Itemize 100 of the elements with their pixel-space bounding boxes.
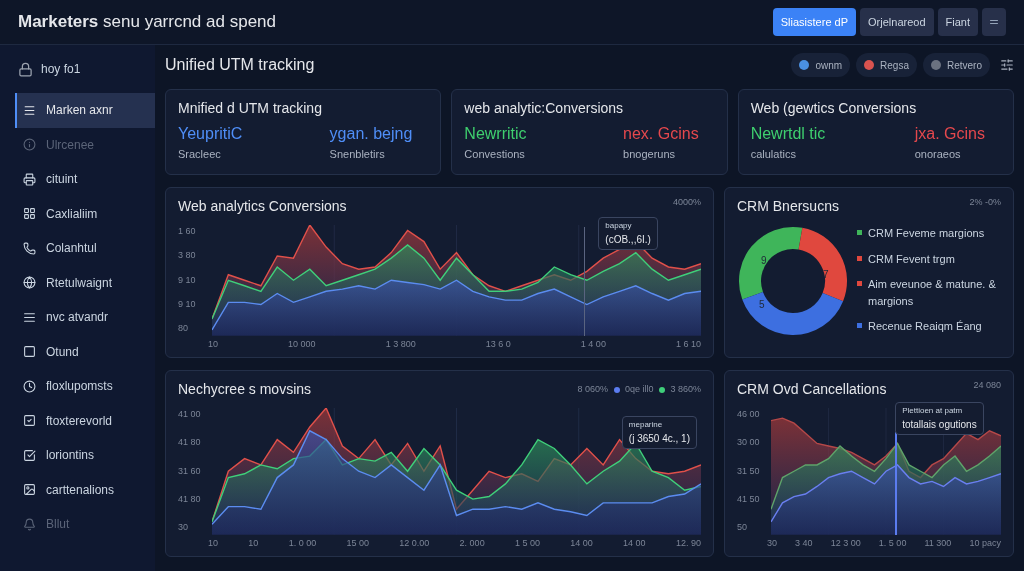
axis-label: 1 6 10 (675, 337, 701, 351)
sidebar-item[interactable]: nvc atvandr (15, 300, 155, 335)
axis-label: 1 4 00 (580, 337, 606, 351)
axis-label: 1. 5 00 (878, 536, 907, 550)
square-icon (23, 345, 36, 359)
info-icon (23, 138, 36, 152)
sidebar-item[interactable]: Otund (15, 334, 155, 369)
kpi-caption: calulatics (750, 147, 797, 162)
header-button[interactable]: Sliasistere dP (772, 8, 857, 36)
axis-label: 9 10 (178, 273, 197, 287)
axis-label: 14 00 (623, 536, 646, 550)
axis-label: 9 10 (178, 297, 197, 311)
kpi-caption: bnogeruns (623, 147, 677, 162)
chart-title: CRM Ovd Cancellations (737, 380, 887, 399)
axis-label: 41 50 (737, 492, 761, 506)
legend-label: 0qe ill0 (624, 382, 654, 396)
sidebar-item[interactable]: carttenalions (15, 472, 155, 507)
sidebar-item[interactable]: floxlupomsts (15, 369, 155, 404)
card-title: web analytic:Conversions (464, 99, 625, 118)
segment-label: 7 (823, 268, 829, 282)
grid-icon (23, 207, 36, 221)
card-title: Mnified d UTM tracking (178, 99, 323, 118)
printer-icon (23, 172, 36, 186)
axis-label: 2. 000 (459, 536, 485, 550)
axis-label: 10 000 (288, 337, 316, 351)
sidebar-item[interactable]: loriontins (15, 438, 155, 473)
card-title: Web (gewtics Conversions (750, 99, 918, 118)
axis-label: 12 0.00 (399, 536, 430, 550)
axis-label: 10 (208, 536, 218, 550)
clock-icon (23, 379, 36, 393)
axis-label: 15 00 (346, 536, 369, 550)
menu-icon (23, 103, 36, 117)
workspace-name: hoy fo1 (41, 61, 81, 78)
globe-icon (23, 276, 36, 290)
lines-icon (23, 310, 36, 324)
sidebar-item[interactable]: Marken axnr (15, 93, 155, 128)
filter-chip[interactable]: Retvero (923, 53, 990, 77)
legend-label: CRM Fevent trgm (868, 251, 956, 267)
legend-label: Recenue Reaiqm Éang (868, 319, 983, 334)
kpi-value: Newrritic (464, 124, 527, 144)
sidebar-item[interactable]: Colanhtul (15, 231, 155, 266)
sidebar-item[interactable]: cituint (15, 162, 155, 197)
kpi-caption: onoraeos (914, 147, 962, 162)
axis-label: 12 3 00 (830, 536, 861, 550)
chart-title: Web analytics Conversions (178, 197, 347, 216)
axis-label: 3 40 (795, 536, 813, 550)
chart-title: CRM Bnersucns (737, 197, 839, 216)
more-button[interactable] (982, 8, 1006, 36)
image-icon (23, 483, 36, 497)
bell-icon (23, 517, 36, 531)
kpi-value: YeupritiC (178, 124, 243, 144)
chart-tooltip: Plettioen at patm totallais ogutions (895, 402, 984, 435)
sidebar-item[interactable]: ftoxterevorld (15, 403, 155, 438)
axis-label: 46 00 (737, 408, 761, 421)
axis-label: 41 80 (178, 436, 202, 450)
app-title: Marketers senu yarrcnd ad spend (18, 11, 276, 34)
legend-label: CRM Feveme margions (868, 226, 986, 241)
header-button[interactable]: Fiant (937, 8, 978, 36)
axis-label: 10 (248, 536, 259, 550)
axis-label: 13 6 0 (485, 337, 511, 351)
sidebar-item[interactable]: Caxlialiim (15, 196, 155, 231)
sidebar-item[interactable]: Rtetulwaignt (15, 265, 155, 300)
chart-note: 24 080 (973, 379, 1001, 392)
axis-label: 14 00 (570, 536, 593, 550)
header-button[interactable]: Orjelnareod (860, 8, 934, 36)
axis-label: 30 (767, 536, 777, 550)
axis-label: 1 5 00 (514, 536, 540, 550)
kpi-caption: Sracleec (178, 147, 222, 162)
kpi-value: ygan. bejng (329, 124, 413, 144)
phone-icon (23, 241, 36, 255)
axis-label: 3 80 (178, 249, 197, 263)
legend-label: Aim eveunoe & matune. & margions (868, 277, 997, 309)
filter-chip[interactable]: ownm (791, 53, 851, 77)
kpi-value: nex. Gcins (623, 124, 699, 144)
kpi-value: Newrtdl tic (750, 124, 826, 144)
segment-label: 5 (759, 298, 765, 312)
axis-label: 12. 90 (675, 536, 701, 550)
filter-chip[interactable]: Regsa (856, 53, 917, 77)
chart-tooltip: meparine (j 3650 4c., 1) (621, 416, 697, 449)
settings-icon[interactable] (1000, 58, 1014, 72)
axis-label: 10 (208, 337, 218, 351)
page-heading: Unified UTM tracking (165, 55, 315, 75)
segment-label: 9 (761, 254, 767, 268)
lock-icon (18, 61, 33, 77)
checkbox-icon (23, 448, 36, 462)
axis-label: 31 50 (737, 464, 761, 478)
chart-note: 4000% (672, 196, 701, 209)
axis-label: 31 60 (178, 464, 202, 478)
chart-note: 2% -0% (969, 196, 1001, 209)
axis-label: 30 (178, 521, 189, 534)
axis-label: 30 00 (737, 436, 761, 450)
axis-label: 1. 0 00 (288, 536, 317, 550)
axis-label: 1 60 (178, 225, 197, 238)
axis-label: 1 3 800 (385, 337, 416, 351)
axis-label: 41 80 (178, 492, 202, 506)
kpi-value: jxa. Gcins (914, 124, 985, 144)
chart-title: Nechycree s movsins (178, 380, 312, 399)
axis-label: 41 00 (178, 408, 202, 421)
checkbox-icon (23, 414, 36, 428)
kpi-caption: Convestions (464, 147, 526, 162)
